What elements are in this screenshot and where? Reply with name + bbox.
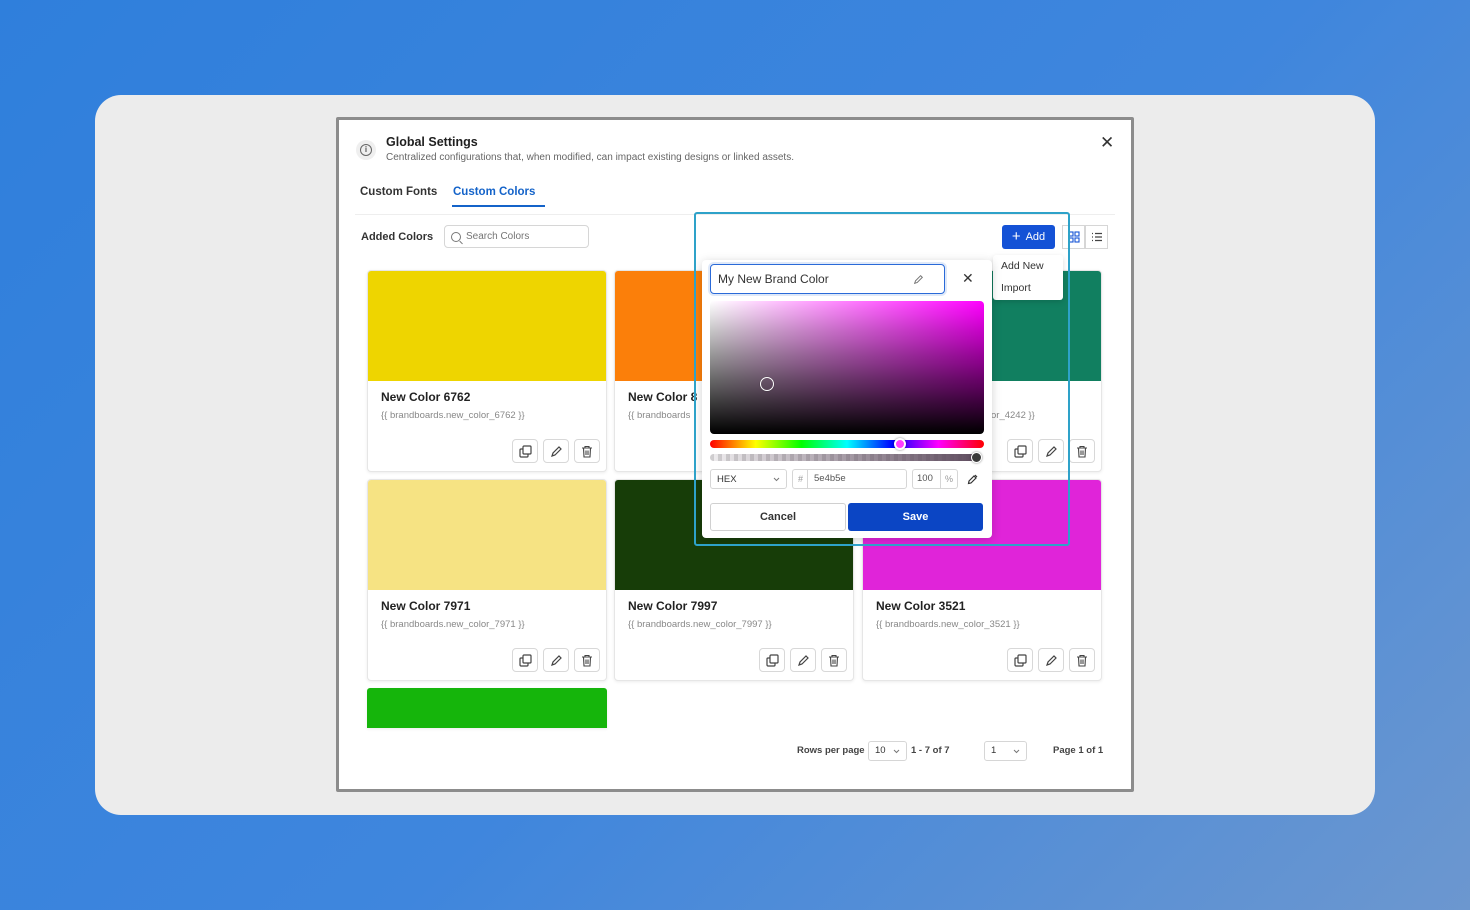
format-value: HEX <box>717 473 737 485</box>
pencil-icon <box>913 274 924 284</box>
dialog-title: Global Settings <box>386 135 478 149</box>
active-tab-indicator <box>452 205 545 207</box>
chevron-down-icon <box>1013 749 1020 753</box>
color-token: {{ brandboards.new_color_7997 }} <box>628 619 772 630</box>
copy-icon <box>1013 653 1027 667</box>
edit-button[interactable] <box>1038 439 1064 463</box>
hue-handle[interactable] <box>894 438 906 450</box>
edit-button[interactable] <box>543 648 569 672</box>
color-swatch <box>368 271 606 381</box>
color-token: {{ brandboards.new_color_3521 }} <box>876 619 1020 630</box>
search-input[interactable] <box>466 231 576 242</box>
hash-prefix: # <box>792 469 808 489</box>
color-format-select[interactable]: HEX <box>710 469 787 489</box>
color-token: {{ brandboards <box>628 410 691 421</box>
hex-input[interactable]: 5e4b5e <box>807 469 907 489</box>
added-colors-label: Added Colors <box>361 231 434 243</box>
add-dropdown-menu: Add New Import <box>993 255 1063 300</box>
pencil-icon <box>1045 654 1057 666</box>
pencil-icon <box>550 654 562 666</box>
pencil-icon <box>550 445 562 457</box>
search-icon <box>451 231 461 242</box>
plus-icon: + <box>1011 228 1021 245</box>
pencil-icon <box>797 654 809 666</box>
save-button[interactable]: Save <box>848 503 983 531</box>
copy-icon <box>765 653 779 667</box>
hue-slider[interactable] <box>710 440 984 448</box>
edit-button[interactable] <box>790 648 816 672</box>
copy-icon <box>518 444 532 458</box>
duplicate-button[interactable] <box>1007 439 1033 463</box>
delete-button[interactable] <box>821 648 847 672</box>
trash-icon <box>829 654 839 667</box>
grid-view-button[interactable] <box>1062 225 1085 249</box>
copy-icon <box>1013 444 1027 458</box>
color-name-input[interactable] <box>718 272 913 286</box>
percent-suffix: % <box>940 469 958 489</box>
edit-button[interactable] <box>543 439 569 463</box>
duplicate-button[interactable] <box>512 648 538 672</box>
info-icon: i <box>356 140 376 160</box>
duplicate-button[interactable] <box>759 648 785 672</box>
page-label: Page 1 of 1 <box>1053 745 1104 756</box>
duplicate-button[interactable] <box>512 439 538 463</box>
close-icon[interactable]: ✕ <box>1100 133 1114 153</box>
chevron-down-icon <box>893 749 900 753</box>
dialog-subtitle: Centralized configurations that, when mo… <box>386 152 794 163</box>
range-label: 1 - 7 of 7 <box>911 745 950 756</box>
alpha-handle[interactable] <box>971 452 982 463</box>
color-name: New Color 7997 <box>628 599 718 613</box>
color-token: or_4242 }} <box>991 410 1035 421</box>
page-value: 1 <box>991 745 997 756</box>
trash-icon <box>1077 445 1087 458</box>
eyedropper-button[interactable] <box>964 470 982 488</box>
delete-button[interactable] <box>1069 439 1095 463</box>
chevron-down-icon <box>773 477 780 481</box>
alpha-slider[interactable] <box>710 454 980 461</box>
color-name: New Color 3521 <box>876 599 966 613</box>
add-button[interactable]: + Add <box>1002 225 1055 249</box>
cancel-button[interactable]: Cancel <box>710 503 846 531</box>
rows-value: 10 <box>875 745 886 756</box>
tabs-divider <box>355 214 1115 215</box>
color-name: New Color 6762 <box>381 390 471 404</box>
menu-item-add-new[interactable]: Add New <box>993 255 1063 277</box>
saturation-value-area[interactable] <box>710 301 984 434</box>
color-swatch <box>367 688 607 728</box>
menu-item-import[interactable]: Import <box>993 277 1063 299</box>
tab-custom-fonts[interactable]: Custom Fonts <box>360 186 437 198</box>
delete-button[interactable] <box>1069 648 1095 672</box>
rows-per-page-label: Rows per page <box>797 745 865 756</box>
color-token: {{ brandboards.new_color_6762 }} <box>381 410 525 421</box>
saturation-handle[interactable] <box>760 377 774 391</box>
tab-custom-colors[interactable]: Custom Colors <box>453 186 535 198</box>
alpha-input[interactable]: 100 <box>912 469 940 489</box>
edit-button[interactable] <box>1038 648 1064 672</box>
color-name: New Color 8 <box>628 390 698 404</box>
rows-per-page-select[interactable]: 10 <box>868 741 907 761</box>
delete-button[interactable] <box>574 439 600 463</box>
color-name-field[interactable] <box>710 264 945 294</box>
copy-icon <box>518 653 532 667</box>
search-box[interactable] <box>444 225 589 248</box>
duplicate-button[interactable] <box>1007 648 1033 672</box>
list-view-button[interactable] <box>1085 225 1108 249</box>
color-name: New Color 7971 <box>381 599 471 613</box>
eyedropper-icon <box>967 474 978 485</box>
color-swatch <box>368 480 606 590</box>
delete-button[interactable] <box>574 648 600 672</box>
color-token: {{ brandboards.new_color_7971 }} <box>381 619 525 630</box>
trash-icon <box>582 654 592 667</box>
color-card[interactable] <box>367 688 607 728</box>
grid-icon <box>1067 231 1080 243</box>
page-select[interactable]: 1 <box>984 741 1027 761</box>
add-label: Add <box>1025 231 1046 243</box>
list-icon <box>1091 232 1102 242</box>
color-card[interactable]: New Color 7971 {{ brandboards.new_color_… <box>367 479 607 681</box>
close-icon[interactable]: ✕ <box>962 270 974 287</box>
color-card[interactable]: New Color 6762 {{ brandboards.new_color_… <box>367 270 607 472</box>
trash-icon <box>1077 654 1087 667</box>
pencil-icon <box>1045 445 1057 457</box>
trash-icon <box>582 445 592 458</box>
